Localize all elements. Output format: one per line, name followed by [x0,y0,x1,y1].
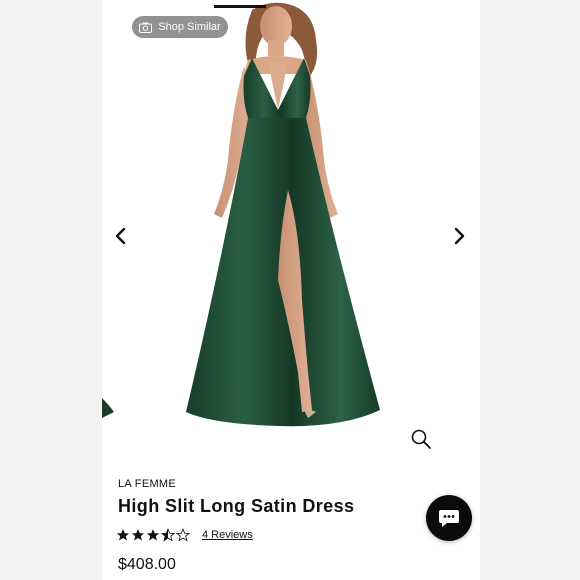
chat-bubble-icon [439,510,459,527]
product-image[interactable] [102,0,480,440]
photo-frame: Shop Similar LA FEMME High Slit Long Sat… [0,0,580,580]
brand-name[interactable]: LA FEMME [118,478,176,490]
star-rating [116,528,190,542]
next-image-button[interactable] [448,224,472,248]
chat-button[interactable] [426,495,472,541]
previous-image-button[interactable] [108,224,132,248]
star-full-icon [131,529,145,541]
shop-similar-label: Shop Similar [158,21,221,33]
shop-similar-button[interactable]: Shop Similar [132,16,228,38]
star-half-icon [161,528,175,542]
right-backdrop [480,0,580,580]
camera-icon [139,22,153,33]
star-full-icon [146,529,160,541]
star-full-icon [116,529,130,541]
image-progress-indicator [214,5,266,8]
product-price: $408.00 [118,556,176,573]
left-backdrop [0,0,102,580]
magnifier-icon[interactable] [410,428,432,450]
rating-row: 4 Reviews [116,528,253,542]
reviews-link[interactable]: 4 Reviews [202,529,253,541]
chevron-right-icon [454,227,465,245]
product-title: High Slit Long Satin Dress [118,496,355,516]
chevron-left-icon [115,227,126,245]
product-page: Shop Similar LA FEMME High Slit Long Sat… [102,0,480,580]
star-empty-icon [176,528,190,542]
